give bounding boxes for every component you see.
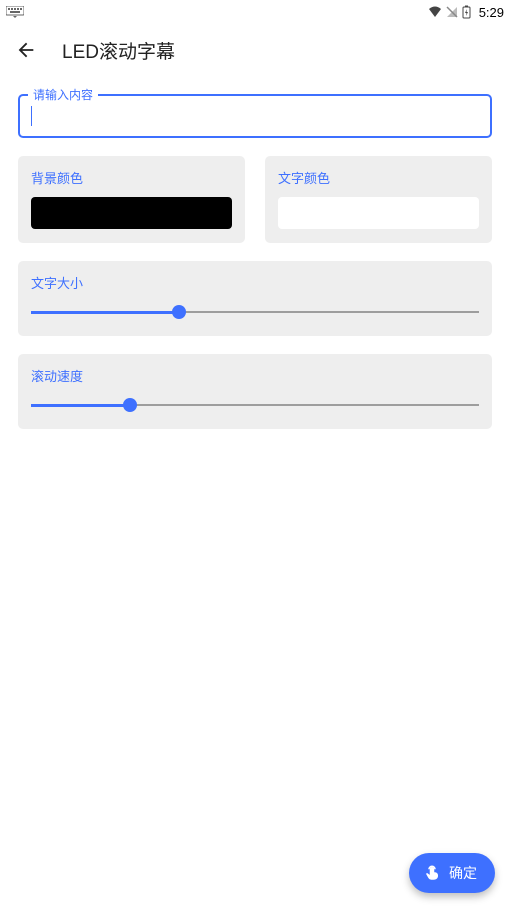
text-size-slider[interactable]: [31, 302, 479, 322]
bg-color-label: 背景颜色: [31, 168, 232, 187]
keyboard-icon: [6, 6, 24, 18]
text-size-label: 文字大小: [31, 273, 479, 292]
fg-color-swatch[interactable]: [278, 197, 479, 229]
confirm-button[interactable]: 确定: [409, 853, 495, 893]
content-field-label: 请输入内容: [28, 86, 98, 103]
content-field: 请输入内容: [18, 94, 492, 138]
confirm-button-label: 确定: [449, 863, 477, 883]
action-bar: LED滚动字幕: [0, 24, 510, 76]
battery-icon: [462, 5, 471, 19]
back-button[interactable]: [14, 38, 38, 62]
status-bar: 5:29: [0, 0, 510, 24]
touch-icon: [423, 864, 441, 882]
text-cursor: [31, 106, 32, 126]
arrow-left-icon: [15, 39, 37, 61]
wifi-icon: [428, 6, 442, 18]
page-title: LED滚动字幕: [62, 37, 175, 64]
signal-off-icon: [446, 6, 458, 18]
fg-color-label: 文字颜色: [278, 168, 479, 187]
bg-color-card: 背景颜色: [18, 156, 245, 243]
status-time: 5:29: [479, 5, 504, 20]
bg-color-swatch[interactable]: [31, 197, 232, 229]
text-size-card: 文字大小: [18, 261, 492, 336]
scroll-speed-label: 滚动速度: [31, 366, 479, 385]
scroll-speed-card: 滚动速度: [18, 354, 492, 429]
fg-color-card: 文字颜色: [265, 156, 492, 243]
scroll-speed-slider[interactable]: [31, 395, 479, 415]
